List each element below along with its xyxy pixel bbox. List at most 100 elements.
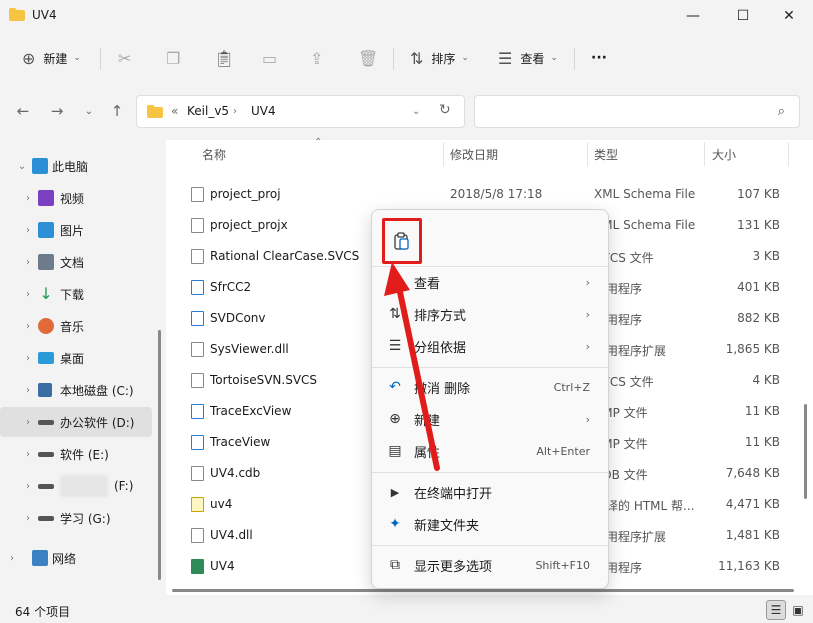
chevron-icon[interactable]: › <box>22 449 34 460</box>
chevron-icon[interactable]: › <box>22 385 34 396</box>
minimize-button[interactable]: — <box>670 0 716 32</box>
recent-locations-button[interactable]: ⌄ <box>78 100 100 122</box>
forward-button[interactable]: → <box>46 100 68 122</box>
cut-button[interactable]: ✂ <box>118 36 131 80</box>
windows-drive-icon <box>38 383 52 397</box>
breadcrumb-uv4[interactable]: UV4 <box>251 104 276 118</box>
desktop-icon <box>38 352 54 364</box>
chevron-icon[interactable]: › <box>22 417 34 428</box>
sidebar-item-this-pc[interactable]: ⌄ 此电脑 <box>0 151 152 181</box>
menu-item-label: 查看 <box>414 276 441 292</box>
column-divider[interactable] <box>443 142 444 166</box>
file-name: uv4 <box>210 497 233 511</box>
breadcrumb-overflow[interactable]: « <box>171 104 178 118</box>
paste-button[interactable]: 📋︎ <box>214 36 234 80</box>
video-icon <box>38 190 54 206</box>
chevron-icon[interactable]: › <box>6 553 18 564</box>
menu-item-undo-delete[interactable]: ↶ 撤消 删除 Ctrl+Z <box>378 371 604 403</box>
chevron-icon[interactable]: ⌄ <box>16 161 28 172</box>
share-button[interactable]: ⇪ <box>310 36 323 80</box>
breadcrumb-keil[interactable]: Keil_v5 <box>187 104 229 118</box>
sort-button[interactable]: ⇅ 排序 ⌄ <box>410 36 469 80</box>
column-header-name[interactable]: 名称 <box>202 140 226 168</box>
sidebar-item-pictures[interactable]: › 图片 <box>0 215 152 245</box>
sidebar-item-drive-f[interactable]: › (F:) <box>0 471 152 501</box>
column-header-size[interactable]: 大小 <box>712 140 736 168</box>
sidebar-item-drive-e[interactable]: › 软件 (E:) <box>0 439 152 469</box>
view-button[interactable]: ☰ 查看 ⌄ <box>498 36 558 80</box>
address-input[interactable]: « Keil_v5 › UV4 ⌄ ↻ <box>136 95 465 128</box>
refresh-icon[interactable]: ↻ <box>439 102 451 118</box>
menu-item-properties[interactable]: ▤ 属性 Alt+Enter <box>378 435 604 467</box>
column-header-type[interactable]: 类型 <box>594 140 618 168</box>
menu-item-view[interactable]: ☷ 查看 › <box>378 266 604 298</box>
search-icon: ⌕ <box>777 104 785 119</box>
menu-item-sort-by[interactable]: ⇅ 排序方式 › <box>378 298 604 330</box>
group-icon: ☰ <box>388 338 402 354</box>
details-view-button[interactable]: ☰ <box>766 600 786 620</box>
shortcut-label: Alt+Enter <box>536 444 590 458</box>
close-button[interactable]: ✕ <box>766 0 812 32</box>
sidebar-item-desktop[interactable]: › 桌面 <box>0 343 152 373</box>
delete-button[interactable]: 🗑︎ <box>358 36 378 80</box>
sidebar-item-drive-g[interactable]: › 学习 (G:) <box>0 503 152 533</box>
chevron-icon[interactable]: › <box>22 353 34 364</box>
menu-item-new[interactable]: ⊕ 新建 › <box>378 403 604 435</box>
chevron-icon[interactable]: › <box>22 513 34 524</box>
file-size: 1,865 KB <box>725 342 780 356</box>
more-options-button[interactable]: ··· <box>591 36 607 80</box>
chevron-icon[interactable]: › <box>22 225 34 236</box>
grid-icon: ☷ <box>388 274 402 290</box>
sidebar-item-label: 办公软件 (D:) <box>60 415 135 430</box>
column-divider[interactable] <box>704 142 705 166</box>
shortcut-label: Shift+F10 <box>535 558 590 572</box>
sidebar-scrollbar[interactable] <box>158 330 161 580</box>
menu-item-new-folder[interactable]: ✦ 新建文件夹 <box>378 508 604 540</box>
menu-item-open-in-terminal[interactable]: ▶ 在终端中打开 <box>378 476 604 508</box>
maximize-button[interactable]: ☐ <box>720 0 766 32</box>
column-divider[interactable] <box>788 142 789 166</box>
file-list-vertical-scrollbar[interactable] <box>804 404 807 499</box>
file-name: TraceView <box>210 435 271 449</box>
sidebar-item-documents[interactable]: › 文档 <box>0 247 152 277</box>
menu-item-label: 属性 <box>414 445 441 461</box>
file-name: SfrCC2 <box>210 280 252 294</box>
chevron-right-icon: › <box>585 307 590 321</box>
file-type: 编译的 HTML 帮... <box>594 499 695 513</box>
chevron-icon[interactable]: › <box>22 257 34 268</box>
rename-button[interactable]: ▭ <box>262 36 277 80</box>
back-button[interactable]: ← <box>12 100 34 122</box>
file-name: TraceExcView <box>210 404 292 418</box>
menu-item-show-more-options[interactable]: ⧉ 显示更多选项 Shift+F10 <box>378 549 604 581</box>
chevron-icon[interactable]: › <box>22 289 34 300</box>
file-type: XML Schema File <box>594 187 696 201</box>
chevron-down-icon: ⌄ <box>84 105 94 117</box>
file-icon <box>191 249 204 264</box>
sidebar-item-downloads[interactable]: › ↓ 下载 <box>0 279 152 309</box>
chevron-icon[interactable]: › <box>22 321 34 332</box>
search-input[interactable]: ⌕ <box>474 95 800 128</box>
chevron-icon[interactable]: › <box>22 481 34 492</box>
chevron-right-icon: › <box>585 412 590 426</box>
copy-button[interactable]: ❐ <box>166 36 180 80</box>
sidebar-item-drive-c[interactable]: › 本地磁盘 (C:) <box>0 375 152 405</box>
sidebar-item-label: 视频 <box>60 191 85 206</box>
sidebar-item-videos[interactable]: › 视频 <box>0 183 152 213</box>
sidebar-item-drive-d[interactable]: › 办公软件 (D:) <box>0 407 152 437</box>
download-icon: ↓ <box>39 284 53 303</box>
column-header-date[interactable]: 修改日期 <box>450 140 498 168</box>
chevron-down-icon[interactable]: ⌄ <box>412 106 420 117</box>
new-button[interactable]: ⊕ 新建 ⌄ <box>22 36 81 80</box>
menu-item-group-by[interactable]: ☰ 分组依据 › <box>378 330 604 362</box>
sidebar-item-music[interactable]: › 音乐 <box>0 311 152 341</box>
sidebar-item-network[interactable]: › 网络 <box>0 543 152 573</box>
file-list-horizontal-scrollbar[interactable] <box>172 589 794 592</box>
help-file-icon <box>191 497 204 512</box>
tiles-view-button[interactable]: ▣ <box>788 600 808 620</box>
up-button[interactable]: ↑ <box>106 100 128 122</box>
column-divider[interactable] <box>587 142 588 166</box>
chevron-icon[interactable]: › <box>22 193 34 204</box>
table-row[interactable]: project_proj 2018/5/8 17:18 XML Schema F… <box>166 179 796 210</box>
paste-button[interactable] <box>382 218 422 264</box>
sidebar-item-label: (F:) <box>60 475 133 497</box>
